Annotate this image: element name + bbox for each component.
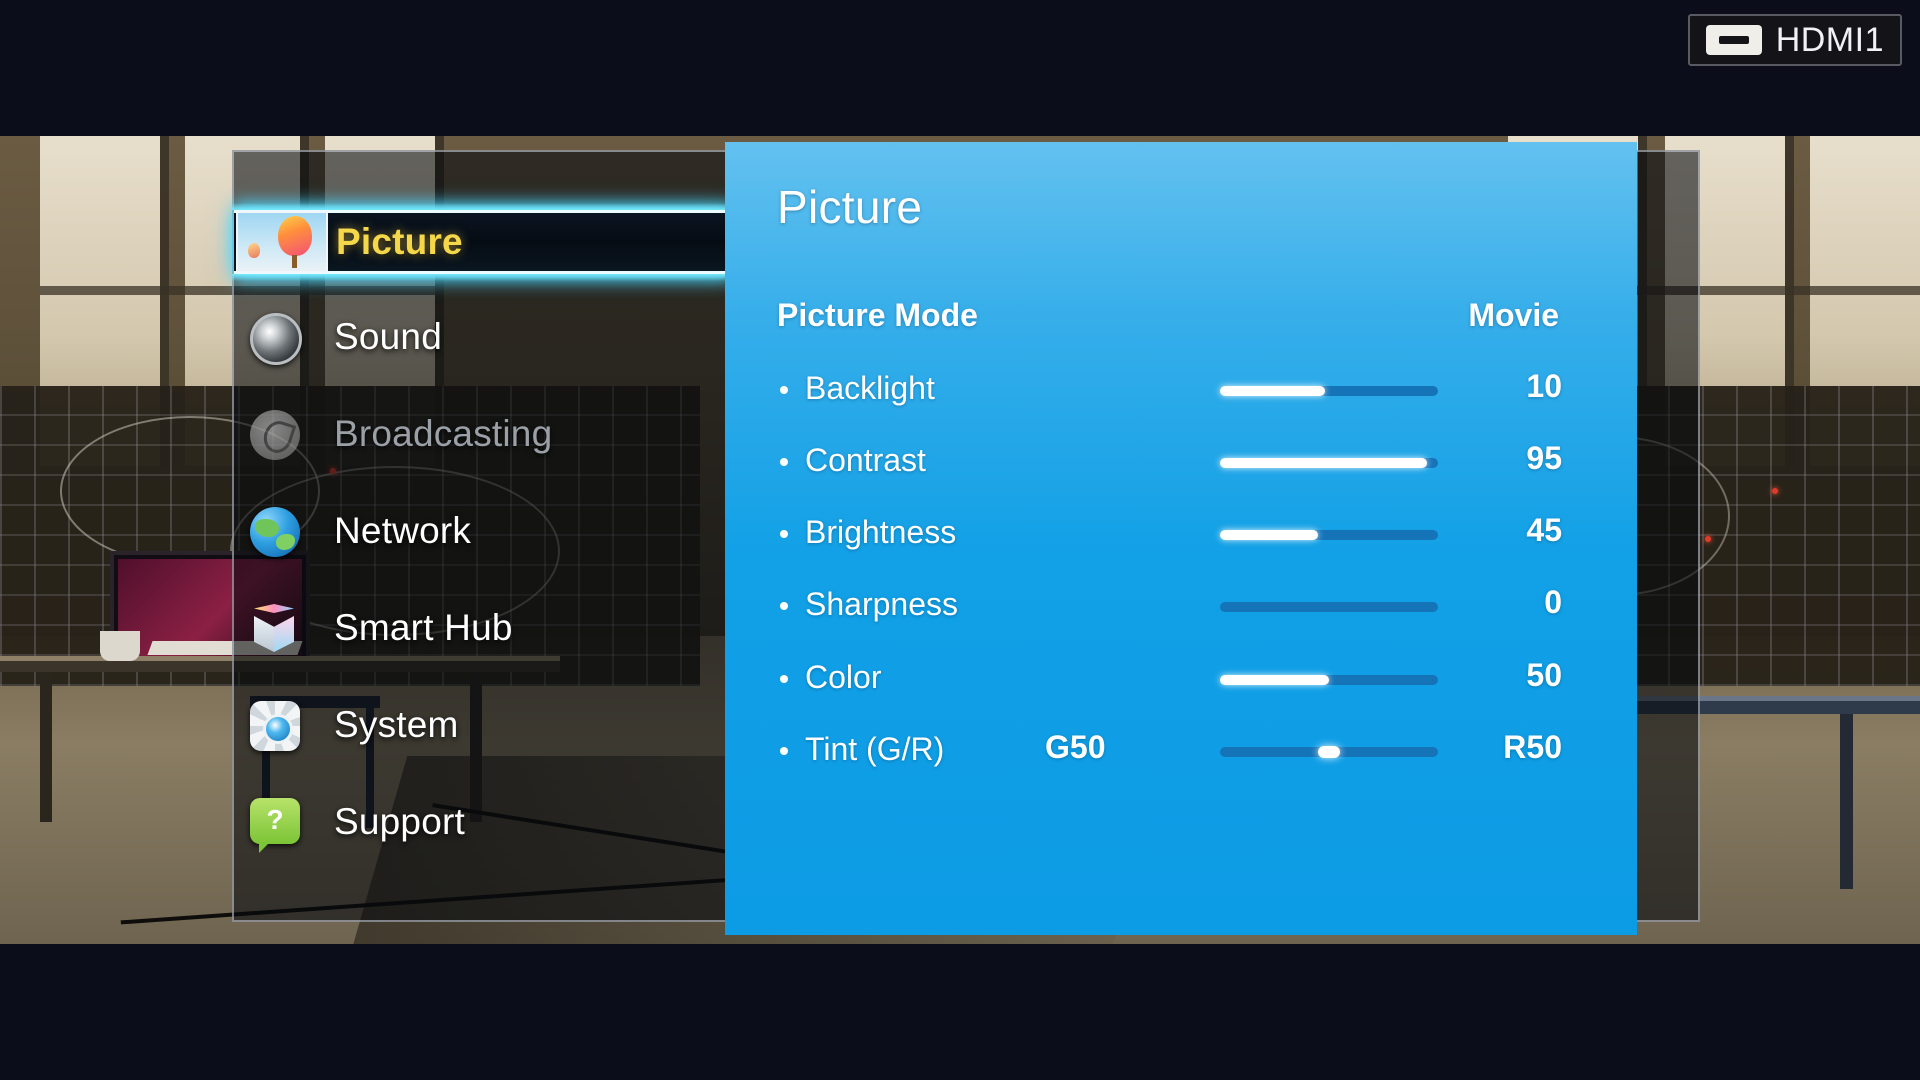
gear-icon — [250, 701, 312, 751]
bullet-icon — [780, 602, 788, 610]
cube-icon — [250, 604, 312, 652]
slider-color[interactable] — [1220, 675, 1438, 685]
page-title: Picture — [777, 181, 923, 233]
tv-screen: Picture Sound Broadcasting Network Smart — [0, 0, 1920, 1080]
slider-fill — [1220, 530, 1319, 540]
sidebar-item-support[interactable]: Support — [232, 781, 732, 863]
slider-backlight[interactable] — [1220, 386, 1438, 396]
setting-value: 50 — [1526, 657, 1562, 693]
bullet-icon — [780, 747, 788, 755]
sidebar-item-broadcasting: Broadcasting — [232, 393, 732, 475]
setting-label: Brightness — [805, 514, 957, 550]
sidebar-item-label: Support — [334, 801, 465, 842]
sidebar-item-label: Picture — [336, 221, 463, 262]
sidebar-item-label: System — [334, 704, 459, 745]
satellite-dish-icon — [250, 410, 312, 460]
slider-thumb[interactable] — [1318, 746, 1340, 758]
setting-label: Sharpness — [805, 586, 958, 622]
slider-fill — [1220, 386, 1325, 396]
bullet-icon — [780, 458, 788, 466]
setting-value: 95 — [1526, 440, 1562, 476]
slider-sharpness[interactable] — [1220, 602, 1438, 612]
picture-mode-value: Movie — [1468, 297, 1559, 333]
sidebar-item-system[interactable]: System — [232, 684, 732, 766]
setting-label: Tint (G/R) — [805, 731, 945, 767]
bullet-icon — [780, 675, 788, 683]
sidebar-item-label: Broadcasting — [334, 413, 553, 454]
sidebar-item-network[interactable]: Network — [232, 490, 732, 572]
source-label: HDMI1 — [1775, 20, 1884, 59]
sidebar-item-sound[interactable]: Sound — [232, 296, 732, 378]
setting-label: Backlight — [805, 370, 935, 406]
setting-value: 45 — [1526, 512, 1562, 548]
speaker-icon — [250, 313, 312, 365]
sidebar-item-picture[interactable]: Picture — [232, 196, 734, 288]
setting-label: Contrast — [805, 442, 926, 478]
setting-value: 10 — [1526, 368, 1562, 404]
globe-icon — [250, 507, 312, 557]
slider-fill — [1220, 675, 1329, 685]
setting-row-picture-mode[interactable]: Picture Mode Movie — [725, 297, 1637, 339]
balloon-photo-icon — [236, 211, 328, 273]
slider-contrast[interactable] — [1220, 458, 1438, 468]
setting-value: R50 — [1503, 729, 1562, 765]
settings-sidebar: Picture Sound Broadcasting Network Smart — [232, 150, 734, 922]
sidebar-item-smart-hub[interactable]: Smart Hub — [232, 587, 732, 669]
slider-fill — [1220, 458, 1428, 468]
hdmi-port-icon — [1705, 25, 1762, 55]
picture-mode-label: Picture Mode — [777, 297, 978, 333]
source-badge: HDMI1 — [1687, 14, 1902, 66]
tint-green-label: G50 — [1045, 729, 1106, 765]
slider-tint-g-r[interactable] — [1220, 746, 1438, 758]
sidebar-item-label: Network — [334, 510, 472, 551]
sidebar-item-label: Smart Hub — [334, 607, 513, 648]
question-bubble-icon — [250, 797, 312, 853]
setting-label: Color — [805, 659, 882, 695]
sidebar-item-label: Sound — [334, 316, 442, 357]
setting-value: 0 — [1544, 584, 1562, 620]
bullet-icon — [780, 386, 788, 394]
bullet-icon — [780, 530, 788, 538]
slider-brightness[interactable] — [1220, 530, 1438, 540]
